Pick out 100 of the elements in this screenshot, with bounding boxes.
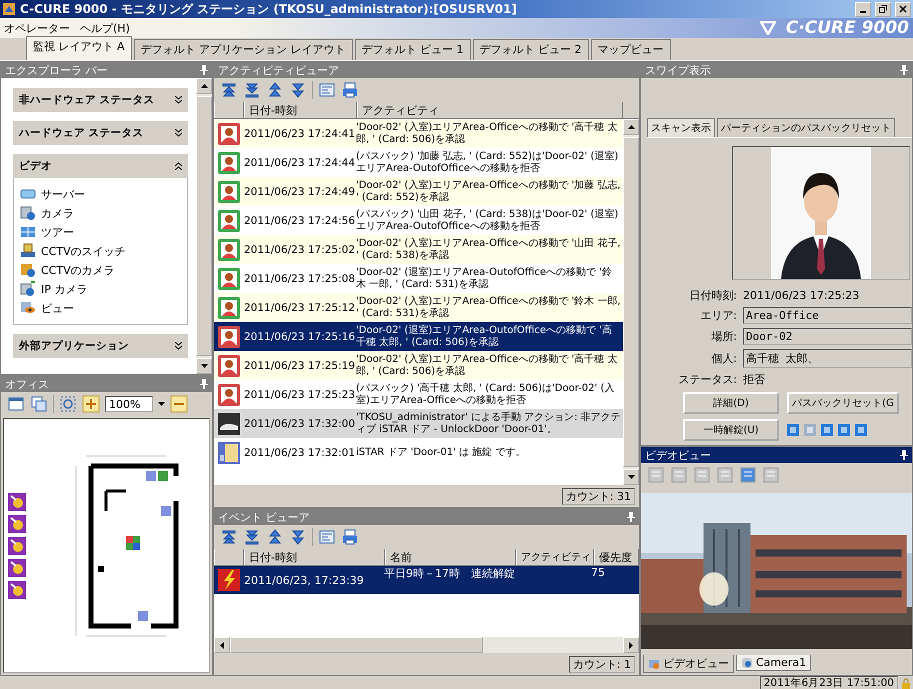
tab[interactable]: Camera1: [736, 655, 812, 671]
action-button[interactable]: パスバックリセット(G: [787, 392, 899, 414]
layout-tab[interactable]: デフォルト アプリケーション レイアウト: [134, 39, 353, 60]
section-header[interactable]: ビデオ: [13, 154, 188, 178]
pin-icon: [200, 65, 208, 75]
scrollbar-thumb[interactable]: [623, 137, 639, 467]
event-row[interactable]: 2011/06/23, 17:23:39 平日9時－17時 連続解錠 75: [214, 566, 639, 594]
tree-item[interactable]: CCTVのスイッチ: [41, 244, 126, 258]
menu-item[interactable]: オペレーター: [4, 20, 70, 36]
media-icon: [855, 424, 867, 436]
tree-item[interactable]: CCTVのカメラ: [41, 262, 115, 278]
camera-icon: [20, 205, 36, 221]
camera-icon: [8, 492, 26, 510]
section-header[interactable]: 外部アプリケーション: [13, 334, 188, 358]
caret-down-icon: [200, 364, 208, 368]
down-icon[interactable]: [289, 528, 307, 546]
scroll-down-button[interactable]: [196, 358, 212, 374]
table-cell: 2011/06/23 17:25:23: [244, 388, 356, 400]
layout-tab[interactable]: 監視 レイアウト A: [26, 36, 132, 60]
tab[interactable]: スキャン表示: [647, 118, 715, 137]
table-cell: 2011/06/23 17:32:01: [244, 446, 356, 458]
activity-row[interactable]: 2011/06/23 17:25:02'Door-02' (入室)エリアArea-Officeへの移動で '山田 花子, ' (Card: 538)を承認: [214, 235, 623, 264]
table-cell-text: 平日9時－17時 連続解錠: [384, 566, 516, 581]
scroll-right-button[interactable]: [623, 637, 639, 653]
table-cell-text: 'Door-02' (退室)エリアArea-OutofOfficeへの移動で '鈴木 一郎, ' (Card: 531)を承認: [356, 266, 614, 290]
windows-icon[interactable]: [30, 395, 48, 413]
media-icon: [804, 424, 816, 436]
activity-row[interactable]: 2011/06/23 17:25:16'Door-02' (退室)エリアArea-OutofOfficeへの移動で '高千穂 太郎, ' (Card: 506)を承認: [214, 322, 623, 351]
tab[interactable]: ビデオビュー: [643, 655, 734, 673]
table-cell: 2011/06/23 17:32:00: [244, 418, 356, 430]
restore-button[interactable]: [875, 2, 891, 16]
activity-row[interactable]: 2011/06/23 17:25:19'Door-02' (入室)エリアArea-Officeへの移動で '高千穂 太郎, ' (Card: 506)を承認: [214, 351, 623, 380]
last-icon[interactable]: [243, 528, 261, 546]
down-icon[interactable]: [289, 81, 307, 99]
action-button[interactable]: 一時解錠(U): [683, 419, 779, 441]
minimize-button[interactable]: [855, 2, 871, 16]
print-icon[interactable]: [341, 81, 359, 99]
activity-row[interactable]: 2011/06/23 17:32:00'TKOSU_administrator' による手動 アクション: 非アクティブ iSTAR ドア - UnlockDoor 'Door-01'。: [214, 409, 623, 438]
column-header[interactable]: 日付-時刻: [244, 102, 357, 118]
tree-item[interactable]: ツアー: [41, 224, 74, 240]
activity-row[interactable]: 2011/06/23 17:25:12'Door-02' (入室)エリアArea-Officeへの移動で '鈴木 一郎, ' (Card: 531)を承認: [214, 293, 623, 322]
chevron-up-icon: [175, 162, 182, 170]
tree-item[interactable]: サーバー: [41, 186, 85, 202]
video-tool-icon[interactable]: [670, 466, 688, 484]
zoom-area-icon[interactable]: [59, 395, 77, 413]
activity-row[interactable]: 2011/06/23 17:24:49'Door-02' (入室)エリアArea-Officeへの移動で '加藤 弘志, ' (Card: 552)を承認: [214, 177, 623, 206]
zoom-in-icon[interactable]: [82, 395, 100, 413]
video-tool-icon[interactable]: [693, 466, 711, 484]
layout-tab[interactable]: デフォルト ビュー 2: [472, 39, 589, 60]
report-icon[interactable]: [318, 81, 336, 99]
camera-icon: [8, 536, 26, 554]
media-icon: [787, 424, 799, 436]
column-header[interactable]: アクティビティ: [516, 549, 594, 565]
column-header[interactable]: アクティビティ: [357, 102, 623, 118]
panel-title: ビデオビュー: [645, 448, 711, 462]
layout-tab[interactable]: デフォルト ビュー 1: [354, 39, 471, 60]
scroll-up-button[interactable]: [196, 78, 212, 94]
column-header[interactable]: 名前: [385, 549, 516, 565]
zoom-field[interactable]: 100%: [105, 396, 153, 412]
action-button[interactable]: 詳細(D): [683, 392, 779, 414]
activity-row[interactable]: 2011/06/23 17:24:41'Door-02' (入室)エリアArea-Officeへの移動で '高千穂 太郎, ' (Card: 506)を承認: [214, 119, 623, 148]
column-header[interactable]: 日付-時刻: [244, 549, 385, 565]
up-icon[interactable]: [266, 81, 284, 99]
section-header[interactable]: 非ハードウェア ステータス: [13, 88, 188, 112]
layout-tab[interactable]: マップビュー: [590, 39, 671, 60]
video-tool-icon[interactable]: [647, 466, 665, 484]
video-tool-icon[interactable]: [716, 466, 734, 484]
first-icon[interactable]: [220, 528, 238, 546]
scrollbar-thumb[interactable]: [230, 637, 483, 653]
last-icon[interactable]: [243, 81, 261, 99]
tree-item[interactable]: カメラ: [41, 206, 74, 220]
field-label: ステータス:: [677, 372, 737, 387]
table-cell-text: 'Door-02' (入室)エリアArea-Officeへの移動で '山田 花子, ' (Card: 538)を承認: [356, 238, 622, 262]
menu-item[interactable]: ヘルプ(H): [80, 20, 130, 36]
tree-item[interactable]: IP カメラ: [41, 282, 88, 296]
scrollbar-thumb[interactable]: [196, 96, 212, 356]
tree-item[interactable]: ビュー: [41, 300, 74, 316]
table-cell: 2011/06/23 17:25:08: [244, 272, 356, 284]
camera-icon: [741, 656, 753, 668]
badge-icon: [217, 150, 241, 174]
video-tool-icon[interactable]: [762, 466, 780, 484]
print-icon[interactable]: [341, 528, 359, 546]
scroll-down-button[interactable]: [623, 469, 639, 485]
first-icon[interactable]: [220, 81, 238, 99]
close-button[interactable]: [895, 2, 911, 16]
tab[interactable]: パーティションのパスバックリセット: [717, 118, 895, 137]
scroll-left-button[interactable]: [214, 637, 230, 653]
lock-icon: [901, 678, 911, 688]
media-icon: [838, 424, 850, 436]
zoom-out-icon[interactable]: [170, 395, 188, 413]
scroll-up-button[interactable]: [623, 119, 639, 135]
caret-right-icon: [629, 642, 633, 648]
video-tool-icon[interactable]: [739, 466, 757, 484]
table-cell: 2011/06/23 17:24:49: [244, 186, 356, 198]
up-icon[interactable]: [266, 528, 284, 546]
section-header[interactable]: ハードウェア ステータス: [13, 121, 188, 145]
caret-up-icon: [200, 84, 208, 88]
window-icon[interactable]: [7, 395, 25, 413]
column-header[interactable]: 優先度: [594, 549, 639, 565]
report-icon[interactable]: [318, 528, 336, 546]
